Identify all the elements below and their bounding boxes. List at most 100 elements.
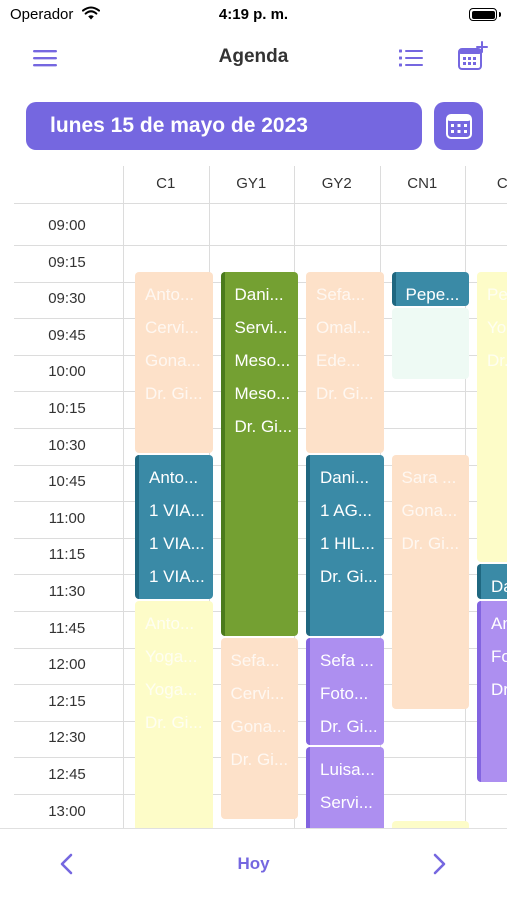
list-view-button[interactable] [394, 44, 428, 72]
column-header-c1: C1 [156, 175, 176, 192]
time-slot-label: 11:00 [48, 509, 86, 527]
appointment-text: Dr. Gi... [491, 680, 507, 699]
appointment-text: Pepe... [487, 284, 507, 304]
time-slot-label: 13:00 [48, 802, 86, 820]
appointment-block[interactable]: Pepe... Yoga... Dr. Gi... [477, 271, 507, 563]
appointment-text: Dr. Gi... [234, 416, 293, 436]
appointment-block[interactable]: Mone... [391, 820, 469, 828]
appointment-text: Anto... [145, 614, 195, 633]
appointment-text: Anto... [149, 467, 199, 487]
appointment-text: Luisa... [320, 760, 375, 780]
column-header-gy1: GY1 [236, 175, 267, 192]
calendar-icon [445, 114, 472, 139]
appointment-text: Yoga... [487, 317, 507, 337]
time-slot-label: 10:30 [48, 436, 86, 454]
appointment-text: Servi... [320, 793, 373, 813]
time-slot-label: 09:45 [48, 326, 86, 344]
status-bar: Operador 4:19 p. m. [0, 0, 507, 30]
appointment-text: Dr. Gi... [230, 749, 289, 769]
appointment-block[interactable]: Anto... Cervi... Gona... Dr. Gi... [135, 271, 213, 453]
appointment-text: Dr. Gi... [145, 383, 203, 403]
chevron-right-icon [433, 853, 446, 875]
appointment-block[interactable]: Sefa ... Foto... Dr. Gi... [306, 637, 384, 746]
appointment-text: Sara ... [401, 467, 457, 487]
appointment-block[interactable]: Sefa... Omal... Ede... Dr. Gi... [306, 271, 384, 453]
appointment-text: Cervi... [145, 317, 199, 337]
appointment-text: Pepe... [405, 284, 460, 304]
appointment-block[interactable]: Anto... Yoga... Yoga... Dr. Gi... [135, 601, 213, 828]
appointment-text: Meso... [234, 350, 291, 370]
page-title: Agenda [218, 46, 289, 67]
time-slot-label: 09:00 [48, 217, 86, 234]
top-navigation-bar: Agenda [0, 32, 507, 84]
appointment-text: Cervi... [230, 683, 285, 703]
calendar-plus-icon [458, 41, 488, 70]
appointment-block[interactable]: Dani... 1 AG... 1 HIL... Dr. Gi... [306, 454, 384, 636]
appointment-text: Gona... [230, 716, 287, 736]
appointment-text: Dr. Gi... [316, 383, 374, 403]
date-selector[interactable]: lunes 15 de mayo de 2023 [26, 102, 422, 150]
battery-icon [469, 8, 501, 21]
next-day-button[interactable] [424, 849, 454, 879]
time-slot-label: 11:30 [48, 583, 86, 600]
appointment-text: Anto... [491, 614, 507, 633]
time-slot-label: 09:15 [48, 253, 86, 271]
time-slot-label: 10:00 [48, 363, 86, 381]
schedule-grid[interactable]: C1 GY1 GY2 CN1 CN 09:00 09:15 09:30 09:45 10:00 10… [0, 166, 507, 828]
appointment-block[interactable]: Anto... 1 VIA... 1 VIA... 1 VIA... [135, 454, 213, 599]
appointment-text: Dani... [234, 284, 284, 304]
time-slot-label: 12:15 [48, 692, 86, 710]
date-picker-button[interactable] [434, 102, 483, 150]
appointment-text: 1 VIA... [149, 500, 205, 520]
time-slot-divider [14, 245, 507, 246]
appointment-text: 1 AG... [320, 500, 372, 520]
previous-day-button[interactable] [52, 849, 82, 879]
time-slot-label: 09:30 [48, 290, 86, 308]
appointment-text: Dr. Gi... [145, 713, 203, 732]
appointment-block[interactable]: Dani... Servi... Meso... Meso... Dr. Gi... [220, 271, 298, 636]
appointment-text: Yoga... [145, 680, 198, 699]
appointment-text: 1 VIA... [149, 566, 205, 586]
time-slot-label: 10:15 [48, 400, 86, 417]
appointment-block[interactable]: Anto... Foto... Dr. Gi... [477, 601, 507, 782]
appointment-text: Dr. Gi... [320, 716, 378, 736]
appointment-text: Foto... [320, 683, 369, 703]
appointment-block[interactable]: Sefa... Cervi... Gona... Dr. Gi... [220, 637, 298, 819]
appointment-text: Gona... [401, 500, 458, 520]
appointment-text: Dani... [320, 467, 370, 487]
appointment-text: Sefa... [230, 650, 280, 670]
appointment-block[interactable]: Sara ... Gona... Dr. Gi... [391, 454, 469, 709]
grid-column-divider [123, 166, 124, 828]
appointment-text: Meso... [234, 383, 291, 403]
appointment-text: Dr. Gi... [320, 819, 384, 828]
appointment-block[interactable]: Dani... [477, 564, 507, 599]
appointment-text: Ede... [316, 350, 361, 370]
today-button[interactable]: Hoy [237, 854, 269, 873]
appointment-text: Dani... [491, 577, 507, 597]
clock-label: 4:19 p. m. [218, 6, 289, 23]
appointment-text: Dr. Gi... [320, 566, 378, 586]
time-slot-label: 11:15 [48, 546, 86, 564]
time-slot-label: 11:45 [48, 619, 86, 637]
bottom-navigation-bar: Hoy [0, 828, 507, 900]
appointment-text: Sefa ... [320, 650, 374, 670]
appointment-block[interactable]: Pepe...BABY... [391, 271, 469, 307]
grid-header-divider [14, 203, 507, 204]
appointment-text: Omal... [316, 317, 371, 337]
appointment-text: Gona... [145, 350, 201, 370]
appointment-block[interactable] [391, 308, 469, 380]
time-slot-label: 12:45 [48, 766, 86, 783]
appointment-block[interactable]: Luisa... Servi... Dr. Gi... [306, 747, 384, 828]
column-header-gy2: GY2 [321, 175, 352, 192]
appointment-text: 1 HIL... [320, 533, 375, 553]
add-appointment-button[interactable] [456, 40, 490, 74]
list-icon [399, 49, 423, 67]
column-header-cn: CN [496, 175, 507, 192]
appointment-text: Dr. Gi... [487, 350, 507, 370]
appointment-text: Dr. Gi... [401, 533, 460, 553]
time-slot-label: 10:45 [48, 473, 86, 491]
appointment-text: Servi... [234, 317, 288, 337]
time-slot-label: 12:00 [48, 656, 86, 674]
column-header-cn1: CN1 [407, 175, 438, 192]
appointment-text: 1 VIA... [149, 533, 205, 553]
